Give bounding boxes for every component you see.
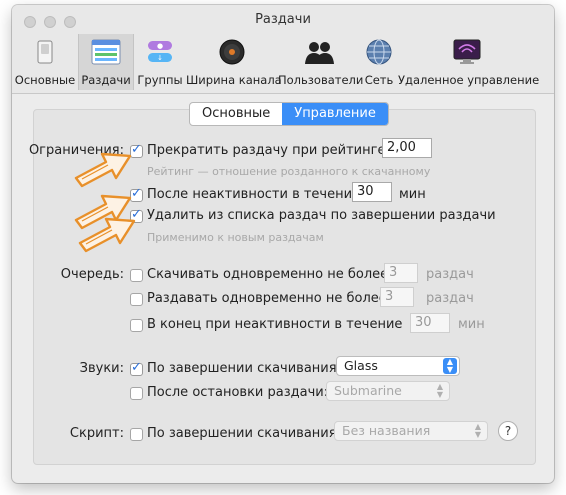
idle-label: После неактивности в течение — [147, 187, 361, 202]
window-title: Раздачи — [255, 12, 311, 27]
queue-stalled-field[interactable]: 30 — [410, 313, 450, 333]
queue-label: Очередь: — [60, 267, 124, 282]
toolbar-item-remote[interactable]: Удаленное управление — [398, 34, 539, 90]
sounds-label: Звуки: — [79, 361, 124, 376]
stepper-icon: ▲ ▼ — [443, 358, 457, 374]
globe-icon — [366, 39, 392, 65]
script-checkbox[interactable] — [130, 428, 143, 441]
annotation-arrow-1 — [74, 152, 132, 188]
script-done-label: По завершении скачивания: — [147, 426, 341, 441]
remove-label: Удалить из списка раздач по завершении р… — [147, 208, 496, 223]
remove-hint: Применимо к новым раздачам — [147, 231, 324, 244]
transfers-list-icon — [91, 39, 121, 65]
toolbar-item-users[interactable]: Пользователи — [278, 34, 363, 90]
queue-stalled-checkbox[interactable] — [130, 319, 143, 332]
ratio-hint: Рейтинг — отношение розданного к скачанн… — [147, 165, 431, 178]
sound-seed-label: После остановки раздачи: — [147, 385, 329, 400]
queue-download-field[interactable]: 3 — [384, 263, 418, 283]
title-bar: Раздачи Основные Раздачи ● ↓ Группы Шири… — [12, 5, 554, 94]
queue-seed-unit: раздач — [426, 291, 474, 306]
script-select[interactable]: Без названия ▲ ▼ — [334, 421, 488, 441]
sound-seed-checkbox[interactable] — [130, 387, 143, 400]
stepper-icon: ▲ ▼ — [474, 422, 482, 439]
toolbar-item-general[interactable]: Основные — [12, 34, 78, 90]
remote-display-icon — [453, 39, 481, 64]
preferences-window: Раздачи Основные Раздачи ● ↓ Группы Шири… — [12, 5, 554, 483]
users-icon — [305, 42, 334, 64]
queue-stalled-unit: мин — [458, 317, 485, 332]
toolbar-item-groups[interactable]: ● ↓ Группы — [134, 34, 186, 90]
stepper-icon: ▲ ▼ — [436, 382, 444, 399]
sound-download-select[interactable]: Glass ▲ ▼ — [336, 356, 460, 376]
idle-minutes-field[interactable]: 30 — [352, 182, 392, 202]
tab-basic[interactable]: Основные — [190, 103, 282, 125]
tab-manage[interactable]: Управление — [282, 103, 388, 125]
queue-download-label: Скачивать одновременно не более — [147, 267, 389, 282]
queue-seed-checkbox[interactable] — [130, 293, 143, 306]
svg-text:↓: ↓ — [157, 54, 163, 62]
tab-control: Основные Управление — [189, 102, 389, 126]
speed-dial-icon — [219, 39, 245, 65]
sound-download-checkbox[interactable] — [130, 360, 143, 376]
queue-seed-field[interactable]: 3 — [380, 287, 414, 307]
help-button[interactable]: ? — [498, 421, 518, 441]
stop-ratio-label: Прекратить раздачу при рейтинге: — [147, 143, 390, 158]
svg-text:●: ● — [157, 42, 163, 50]
sound-seed-value: Submarine — [334, 383, 402, 398]
sound-seed-select[interactable]: Submarine ▲ ▼ — [326, 381, 450, 401]
switch-icon — [37, 40, 53, 64]
toolbar-item-network[interactable]: Сеть — [360, 34, 398, 90]
script-value: Без названия — [342, 423, 431, 438]
queue-download-checkbox[interactable] — [130, 269, 143, 282]
toolbar-item-transfers[interactable]: Раздачи — [78, 34, 134, 90]
sound-download-value: Glass — [344, 358, 378, 373]
queue-stalled-label: В конец при неактивности в течение — [147, 317, 403, 332]
queue-download-unit: раздач — [426, 267, 474, 282]
toolbar-item-bandwidth[interactable]: Ширина канала — [186, 34, 282, 90]
sound-download-label: По завершении скачивания: — [147, 361, 341, 376]
ratio-field[interactable]: 2,00 — [382, 138, 432, 158]
idle-unit: мин — [399, 187, 426, 202]
script-label: Скрипт: — [69, 426, 124, 441]
queue-seed-label: Раздавать одновременно не более — [147, 291, 387, 306]
annotation-arrow-3 — [78, 217, 136, 253]
groups-icon: ● ↓ — [148, 41, 172, 62]
